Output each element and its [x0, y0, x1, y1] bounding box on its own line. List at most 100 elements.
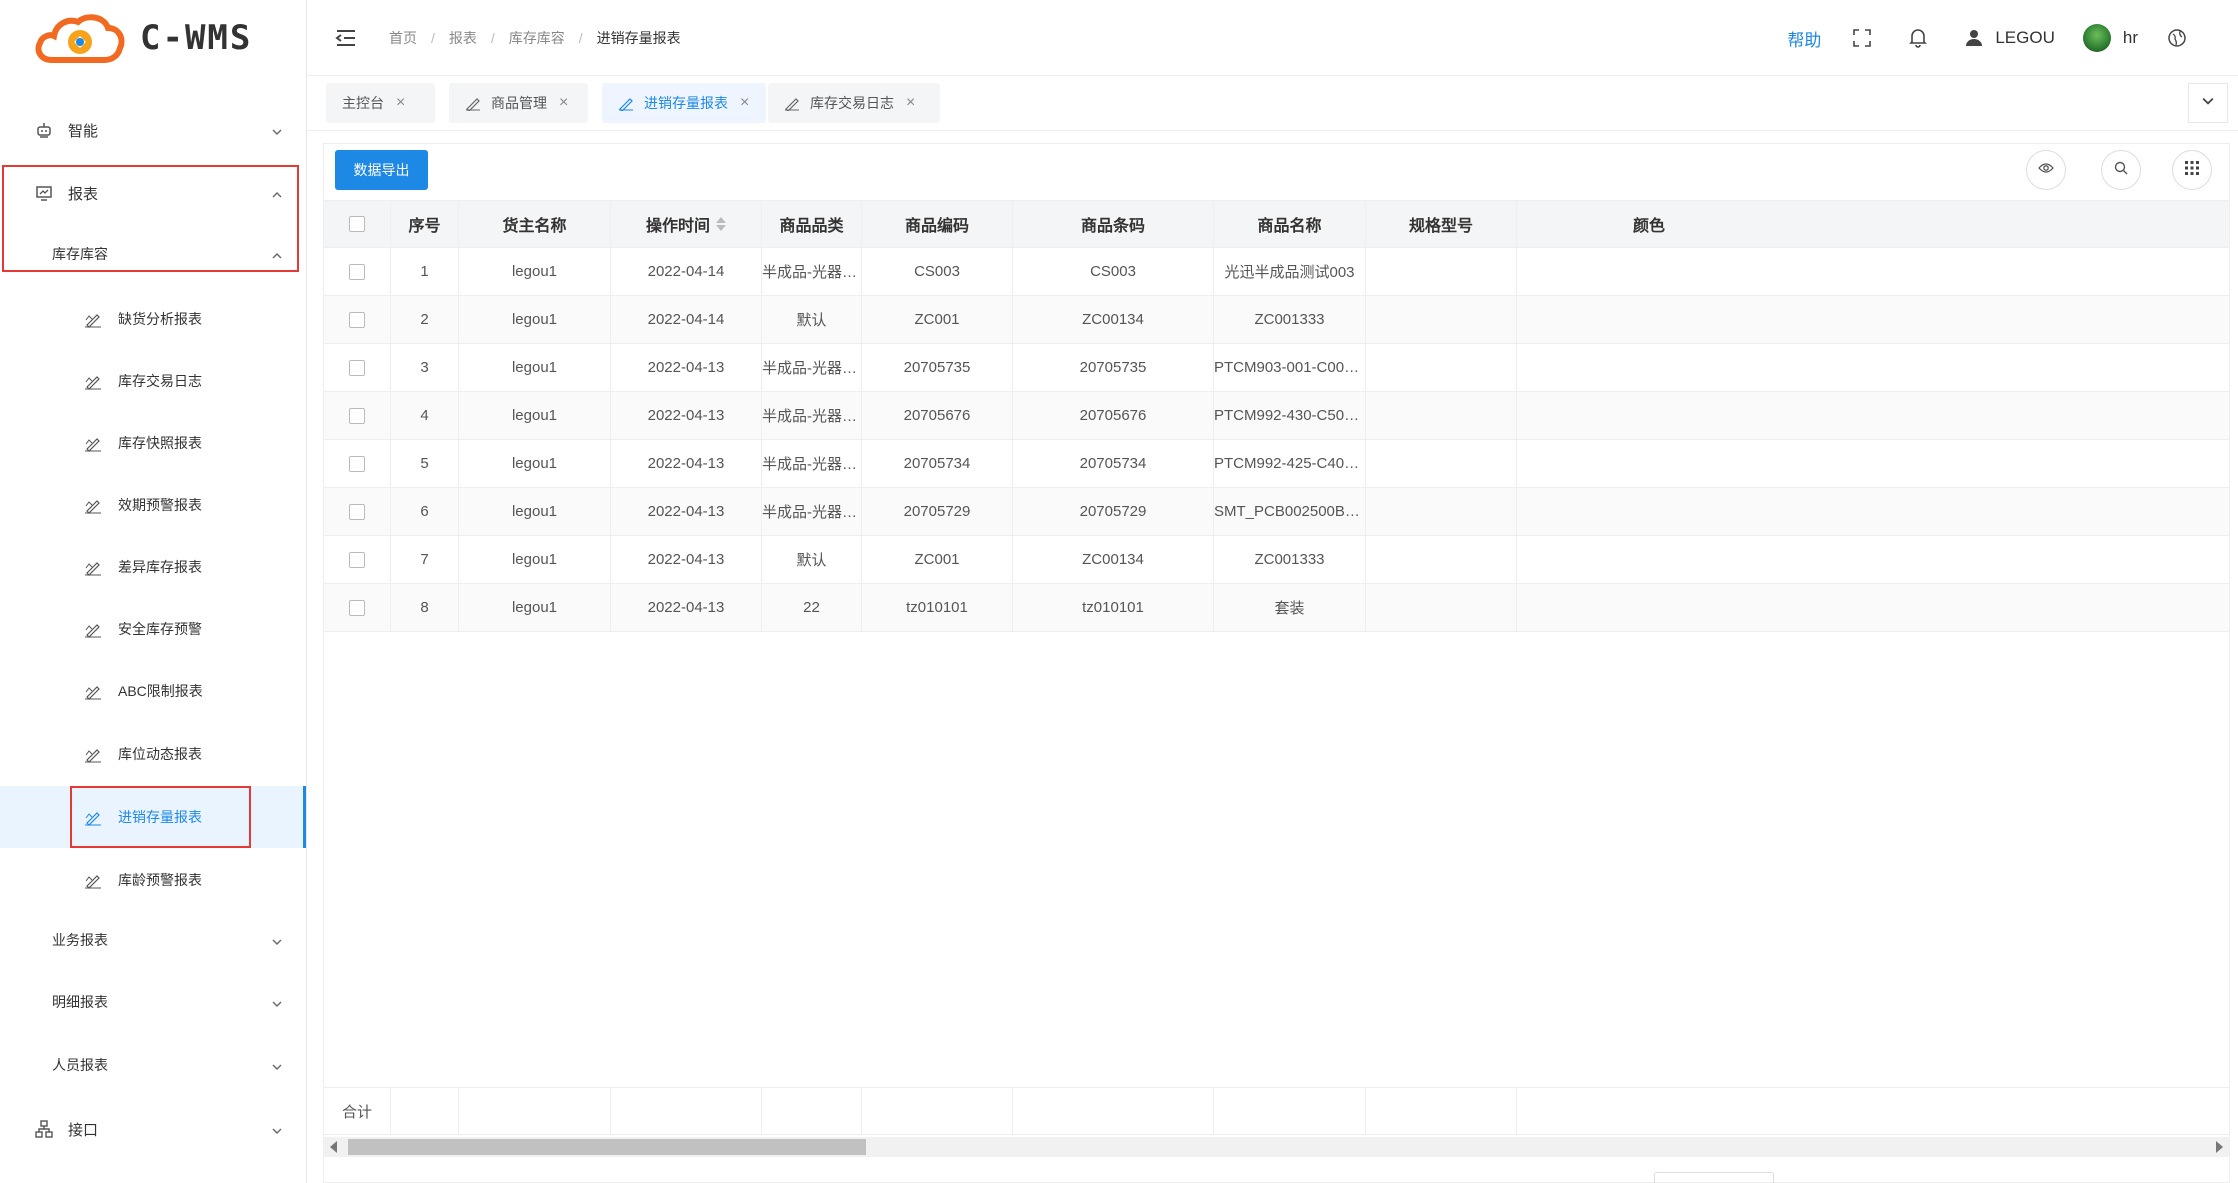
close-icon[interactable]: × [559, 94, 568, 112]
account-menu[interactable]: hr [2082, 24, 2138, 52]
search-button[interactable] [2101, 150, 2141, 190]
table-cell: 半成品-光器件... [762, 392, 862, 439]
breadcrumb-item[interactable]: 首页 [389, 28, 417, 48]
sidebar-group-inventory[interactable]: 库存库容 [0, 224, 306, 284]
table-cell-text: 2022-04-14 [647, 263, 725, 280]
robot-icon [34, 120, 54, 140]
scroll-left-arrow[interactable] [330, 1141, 337, 1153]
sidebar-group-label: 人员报表 [52, 1057, 108, 1073]
table-row[interactable]: 7 legou1 2022-04-13 默认 ZC001 ZC00134 ZC001333 [324, 536, 2229, 584]
sidebar-item-interface[interactable]: 接口 [0, 1099, 306, 1159]
tabs-dropdown-button[interactable] [2188, 83, 2228, 123]
table-row[interactable]: 8 legou1 2022-04-13 22 tz010101 tz010101 套装 [324, 584, 2229, 632]
sidebar-item-label: 安全库存预警 [118, 621, 202, 637]
sidebar-item-age-warning[interactable]: 库龄预警报表 [0, 849, 306, 911]
sidebar-item-shortage-analysis[interactable]: 缺货分析报表 [0, 288, 306, 350]
table-cell: ZC001 [862, 536, 1013, 583]
table-row[interactable]: 2 legou1 2022-04-14 默认 ZC001 ZC00134 ZC001333 [324, 296, 2229, 344]
close-icon[interactable]: × [906, 94, 915, 112]
breadcrumb-item[interactable]: 库存库容 [509, 28, 565, 48]
table-cell-text: 2022-04-13 [647, 407, 725, 424]
column-header[interactable]: 操作时间 [611, 201, 762, 247]
report-panel: 数据导出 序号 货主名称 操作时间 商品品类 商品编码 商品条码 商品名称 规格型号 颜色 1 le… [323, 143, 2230, 1183]
table-cell: 8 [391, 584, 459, 631]
chevron-down-icon [272, 1123, 282, 1134]
user-menu[interactable]: LEGOU [1963, 27, 2055, 49]
sidebar-item-safety-stock[interactable]: 安全库存预警 [0, 598, 306, 660]
row-checkbox[interactable] [349, 455, 365, 472]
sidebar-item-location-dynamic[interactable]: 库位动态报表 [0, 723, 306, 785]
grid-settings-button[interactable] [2172, 150, 2212, 190]
column-header-label: 商品品类 [779, 218, 844, 235]
help-link[interactable]: 帮助 [1787, 26, 1821, 51]
table-cell: PTCM992-425-C40V10-1... [1214, 440, 1366, 487]
sidebar-item-reports[interactable]: 报表 [0, 163, 306, 223]
breadcrumb-item[interactable]: 报表 [449, 28, 477, 48]
table-row[interactable]: 6 legou1 2022-04-13 半成品-光器件... 20705729 20705… [324, 488, 2229, 536]
tab-sales-inventory-report[interactable]: 进销存量报表 × [602, 83, 766, 123]
row-checkbox[interactable] [349, 407, 365, 424]
table-cell-text: 2022-04-13 [647, 455, 725, 472]
row-checkbox[interactable] [349, 311, 365, 328]
table-cell-text: 3 [420, 359, 429, 376]
pagination[interactable] [1654, 1172, 1774, 1183]
table-cell-text: CS003 [1090, 263, 1136, 280]
table-cell-text: ZC001333 [1254, 311, 1325, 328]
table-cell: 套装 [1214, 584, 1366, 631]
sidebar-item-transaction-log[interactable]: 库存交易日志 [0, 350, 306, 412]
tab-product-management[interactable]: 商品管理 × [449, 83, 588, 123]
sidebar-item-smart[interactable]: 智能 [0, 100, 306, 160]
row-checkbox[interactable] [349, 551, 365, 568]
table-row[interactable]: 1 legou1 2022-04-14 半成品-光器件... CS003 CS003 光迅半… [324, 248, 2229, 296]
table-cell-text: tz010101 [1082, 599, 1144, 616]
row-checkbox[interactable] [349, 599, 365, 616]
table-cell-text: 4 [420, 407, 429, 424]
close-icon[interactable]: × [740, 94, 749, 112]
sidebar-item-label: 库存快照报表 [118, 435, 202, 451]
sidebar-group-detail[interactable]: 明细报表 [0, 972, 306, 1032]
table-cell-text: 6 [420, 503, 429, 520]
sidebar-item-sales-inventory[interactable]: 进销存量报表 [0, 786, 306, 848]
tab-inventory-transaction-log[interactable]: 库存交易日志 × [768, 83, 940, 123]
sidebar-group-business[interactable]: 业务报表 [0, 910, 306, 970]
scrollbar-thumb[interactable] [348, 1139, 866, 1155]
sidebar-item-snapshot[interactable]: 库存快照报表 [0, 412, 306, 474]
table-cell-text: 半成品-光器件... [762, 264, 861, 281]
pen-chart-icon [618, 94, 636, 112]
sidebar-item-expiry-warning[interactable]: 效期预警报表 [0, 474, 306, 536]
top-header: 首页 / 报表 / 库存库容 / 进销存量报表 帮助 LEGOU hr [307, 0, 2238, 76]
pen-chart-icon [84, 557, 104, 577]
bell-icon[interactable] [1907, 27, 1929, 49]
export-data-button[interactable]: 数据导出 [335, 150, 428, 190]
tab-label: 库存交易日志 [810, 95, 894, 111]
pen-chart-icon [84, 807, 104, 827]
username: LEGOU [1995, 28, 2055, 47]
table-cell: 20705729 [1013, 488, 1214, 535]
row-checkbox[interactable] [349, 503, 365, 520]
chevron-down-icon [272, 996, 282, 1007]
column-header: 货主名称 [459, 201, 611, 247]
scroll-right-arrow[interactable] [2216, 1141, 2223, 1153]
table-cell-text: legou1 [511, 407, 558, 424]
sort-icon[interactable] [716, 217, 726, 231]
column-visibility-button[interactable] [2026, 150, 2066, 190]
table-row[interactable]: 3 legou1 2022-04-13 半成品-光器件... 20705735 20705… [324, 344, 2229, 392]
pen-chart-icon [84, 495, 104, 515]
sidebar-item-abc-limit[interactable]: ABC限制报表 [0, 660, 306, 722]
tab-dashboard[interactable]: 主控台 × [326, 83, 435, 123]
row-checkbox[interactable] [349, 359, 365, 376]
horizontal-scrollbar[interactable] [324, 1137, 2229, 1157]
fullscreen-icon[interactable] [1851, 27, 1873, 49]
table-row[interactable]: 5 legou1 2022-04-13 半成品-光器件... 20705734 20705… [324, 440, 2229, 488]
table-cell: ZC001333 [1214, 296, 1366, 343]
menu-fold-icon[interactable] [335, 27, 357, 49]
row-checkbox[interactable] [349, 263, 365, 280]
table-row[interactable]: 4 legou1 2022-04-13 半成品-光器件... 20705676 20705… [324, 392, 2229, 440]
close-icon[interactable]: × [396, 94, 405, 112]
sidebar-group-personnel[interactable]: 人员报表 [0, 1035, 306, 1095]
table-cell: PTCM992-430-C50V20-2... [1214, 392, 1366, 439]
select-all-checkbox[interactable] [349, 216, 365, 232]
sidebar-item-difference[interactable]: 差异库存报表 [0, 536, 306, 598]
globe-icon[interactable] [2166, 27, 2188, 49]
table-cell [1517, 440, 1685, 487]
